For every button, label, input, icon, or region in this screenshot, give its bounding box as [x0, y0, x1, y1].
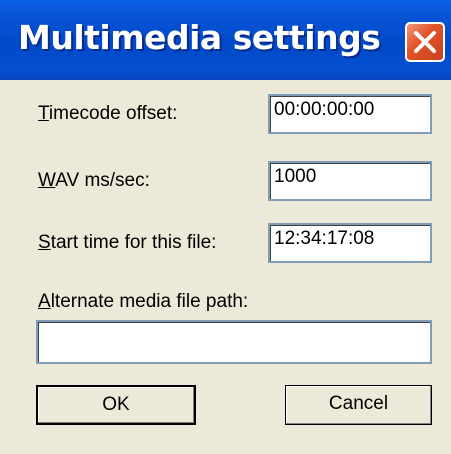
start-time-label-text: tart time for this file:: [50, 232, 217, 253]
timecode-offset-label: Timecode offset:: [38, 103, 177, 125]
alternate-path-hotkey: A: [38, 291, 51, 312]
cancel-button[interactable]: Cancel: [285, 385, 432, 425]
dialog-body: Timecode offset: 00:00:00:00 WAV ms/sec:…: [0, 80, 451, 454]
alternate-path-label: Alternate media file path:: [38, 291, 248, 313]
start-time-hotkey: S: [38, 232, 51, 253]
dialog-title: Multimedia settings: [18, 18, 381, 57]
wav-ms-sec-label-text: AV ms/sec:: [55, 170, 150, 191]
timecode-offset-label-text: imecode offset:: [48, 103, 178, 124]
title-bar[interactable]: Multimedia settings: [0, 0, 451, 80]
timecode-offset-hotkey: T: [38, 103, 49, 124]
start-time-value: 12:34:17:08: [274, 228, 375, 249]
start-time-label: Start time for this file:: [38, 232, 216, 254]
alternate-path-label-text: lternate media file path:: [50, 291, 249, 312]
timecode-offset-input[interactable]: 00:00:00:00: [268, 94, 432, 134]
close-button[interactable]: [405, 22, 445, 62]
wav-ms-sec-hotkey: W: [38, 170, 56, 191]
multimedia-settings-dialog: Multimedia settings Timecode offset: 00:…: [0, 0, 451, 454]
wav-ms-sec-input[interactable]: 1000: [268, 161, 432, 201]
wav-ms-sec-label: WAV ms/sec:: [38, 170, 150, 192]
timecode-offset-value: 00:00:00:00: [274, 99, 375, 120]
alternate-path-input[interactable]: [36, 320, 432, 364]
wav-ms-sec-value: 1000: [274, 166, 317, 187]
start-time-input[interactable]: 12:34:17:08: [268, 223, 432, 263]
ok-button[interactable]: OK: [36, 385, 196, 425]
close-icon: [414, 31, 436, 53]
